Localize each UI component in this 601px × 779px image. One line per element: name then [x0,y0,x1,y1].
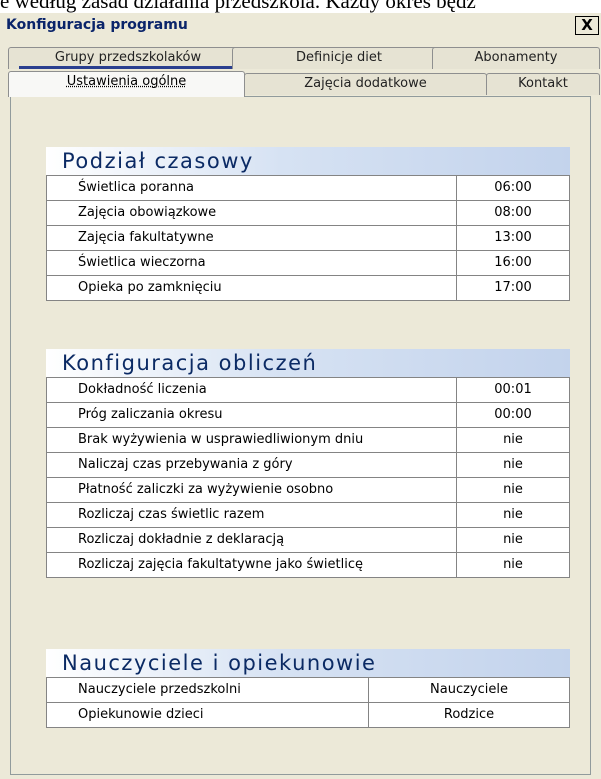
row-label: Świetlica wieczorna [47,251,457,275]
tab-definicje-diet[interactable]: Definicje diet [232,47,446,69]
table-row[interactable]: Rozliczaj dokładnie z deklaracją nie [47,527,569,552]
table-row[interactable]: Zajęcia fakultatywne 13:00 [47,225,569,250]
table-row[interactable]: Rozliczaj zajęcia fakultatywne jako świe… [47,552,569,577]
background-document-text: e według zasad działania przedszkola. Ka… [0,0,476,13]
row-label: Opiekunowie dzieci [47,703,369,727]
row-value[interactable]: nie [457,503,569,527]
config-window: Konfiguracja programu X Grupy przedszkol… [0,13,601,779]
tab-label: Definicje diet [296,50,382,65]
tab-ustawienia-ogolne[interactable]: Ustawienia ogólne [8,71,245,97]
tab-zajecia-dodatkowe[interactable]: Zajęcia dodatkowe [244,73,487,95]
tab-label: Abonamenty [474,50,558,65]
table-row[interactable]: Opiekunowie dzieci Rodzice [47,702,569,727]
tab-label: Zajęcia dodatkowe [304,76,427,91]
row-label: Dokładność liczenia [47,378,457,402]
table-row[interactable]: Świetlica wieczorna 16:00 [47,250,569,275]
table-row[interactable]: Naliczaj czas przebywania z góry nie [47,452,569,477]
table-row[interactable]: Dokładność liczenia 00:01 [47,377,569,402]
row-value[interactable]: nie [457,553,569,577]
row-value[interactable]: nie [457,428,569,452]
row-value[interactable]: nie [457,453,569,477]
row-label: Zajęcia fakultatywne [47,226,457,250]
row-label: Świetlica poranna [47,176,457,200]
row-value[interactable]: 00:01 [457,378,569,402]
section-title: Konfiguracja obliczeń [46,349,570,377]
table-row[interactable]: Rozliczaj czas świetlic razem nie [47,502,569,527]
table-row[interactable]: Próg zaliczania okresu 00:00 [47,402,569,427]
section-podzial-czasowy: Podział czasowy Świetlica poranna 06:00 … [46,147,570,301]
row-label: Rozliczaj dokładnie z deklaracją [47,528,457,552]
table-row[interactable]: Nauczyciele przedszkolni Nauczyciele [47,677,569,702]
row-value[interactable]: 06:00 [457,176,569,200]
row-label: Naliczaj czas przebywania z góry [47,453,457,477]
row-value[interactable]: nie [457,478,569,502]
row-label: Brak wyżywienia w usprawiedliwionym dniu [47,428,457,452]
row-label: Rozliczaj zajęcia fakultatywne jako świe… [47,553,457,577]
table-row[interactable]: Świetlica poranna 06:00 [47,175,569,200]
row-value[interactable]: 13:00 [457,226,569,250]
row-label: Próg zaliczania okresu [47,403,457,427]
table-row[interactable]: Brak wyżywienia w usprawiedliwionym dniu… [47,427,569,452]
row-label: Nauczyciele przedszkolni [47,678,369,702]
row-label: Rozliczaj czas świetlic razem [47,503,457,527]
section-title: Nauczyciele i opiekunowie [46,649,570,677]
section-nauczyciele-i-opiekunowie: Nauczyciele i opiekunowie Nauczyciele pr… [46,649,570,728]
tab-label: Kontakt [518,76,568,91]
properties-grid: Świetlica poranna 06:00 Zajęcia obowiązk… [46,175,570,301]
table-row[interactable]: Opieka po zamknięciu 17:00 [47,275,569,300]
row-value[interactable]: Rodzice [369,703,569,727]
table-row[interactable]: Płatność zaliczki za wyżywienie osobno n… [47,477,569,502]
table-row[interactable]: Zajęcia obowiązkowe 08:00 [47,200,569,225]
close-button[interactable]: X [575,16,599,35]
row-label: Zajęcia obowiązkowe [47,201,457,225]
tab-label: Grupy przedszkolaków [54,50,202,65]
tab-grupy-przedszkolakow[interactable]: Grupy przedszkolaków [8,47,248,69]
properties-grid: Dokładność liczenia 00:01 Próg zaliczani… [46,377,570,578]
title-bar[interactable]: Konfiguracja programu X [0,13,601,38]
section-konfiguracja-obliczen: Konfiguracja obliczeń Dokładność liczeni… [46,349,570,578]
row-value[interactable]: Nauczyciele [369,678,569,702]
properties-grid: Nauczyciele przedszkolni Nauczyciele Opi… [46,677,570,728]
row-label: Płatność zaliczki za wyżywienie osobno [47,478,457,502]
tab-label: Ustawienia ogólne [66,74,187,89]
row-value[interactable]: 17:00 [457,276,569,300]
row-value[interactable]: 16:00 [457,251,569,275]
row-label: Opieka po zamknięciu [47,276,457,300]
section-title: Podział czasowy [46,147,570,175]
row-value[interactable]: nie [457,528,569,552]
tab-abonamenty[interactable]: Abonamenty [432,47,600,69]
row-value[interactable]: 08:00 [457,201,569,225]
row-value[interactable]: 00:00 [457,403,569,427]
window-title: Konfiguracja programu [6,17,188,33]
tab-kontakt[interactable]: Kontakt [486,73,600,95]
